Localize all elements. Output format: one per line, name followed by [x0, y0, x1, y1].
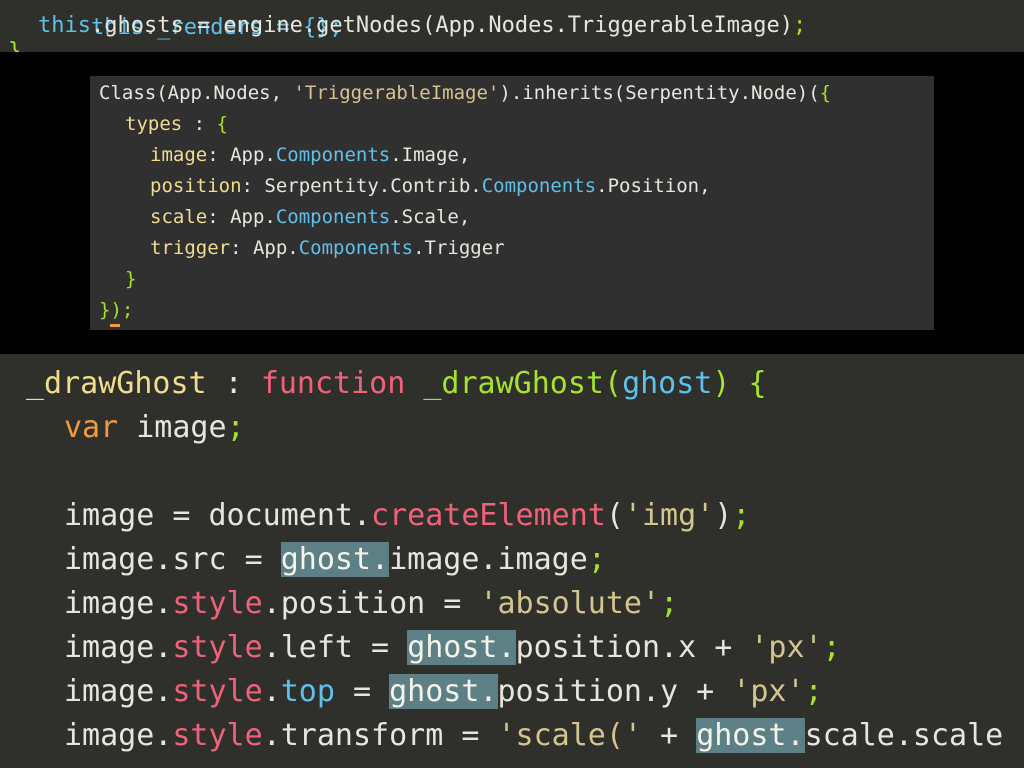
code-line: image.style.left = ghost.position.x + 'p… — [64, 626, 841, 670]
code-text: : — [206, 366, 261, 401]
code-line: image.style.transform = 'scale(' + ghost… — [64, 714, 1003, 758]
code-text: .Image, — [390, 144, 471, 166]
text-cursor — [110, 324, 120, 327]
code-text: ) — [714, 498, 733, 533]
code-line: image.style.top = ghost.position.y + 'px… — [64, 670, 823, 714]
code-line: Class(App.Nodes, 'TriggerableImage').inh… — [99, 78, 831, 109]
top-property: top — [280, 674, 335, 709]
code-line: this.ghosts = engine.getNodes(App.Nodes.… — [38, 12, 806, 40]
semicolon: ; — [732, 498, 751, 533]
code-text: . — [262, 674, 281, 709]
code-text: image = document. — [64, 498, 372, 533]
code-text: Components — [275, 206, 391, 228]
style-property: style — [172, 586, 263, 621]
var-keyword: var — [64, 410, 119, 445]
code-line: types : { — [125, 109, 228, 140]
code-line: } — [8, 39, 22, 52]
paren: ( — [604, 366, 623, 401]
string-literal: 'img' — [623, 498, 715, 533]
string-literal: 'px' — [750, 630, 823, 665]
code-text: image — [118, 410, 227, 445]
code-line: } — [125, 268, 137, 290]
search-highlight: ghost. — [389, 674, 498, 709]
code-text: position.x + — [515, 630, 751, 665]
property-key: scale — [150, 206, 208, 228]
brace: { — [216, 113, 228, 135]
code-text: + — [642, 718, 697, 753]
main-editor-pane[interactable]: _drawGhost : function _drawGhost(ghost) … — [0, 354, 1024, 768]
code-text: image.src = — [64, 542, 281, 577]
code-text: position.y + — [497, 674, 733, 709]
semicolon: ; — [822, 630, 841, 665]
code-text: = — [334, 674, 390, 709]
property-key: image — [150, 144, 208, 166]
search-highlight: ghost. — [280, 542, 390, 577]
code-text: image.image — [389, 542, 588, 577]
code-line: image = document.createElement('img'); — [64, 494, 750, 538]
code-text: Components — [481, 175, 597, 197]
code-text: .left = — [262, 630, 408, 665]
code-line: position: Serpentity.Contrib.Components.… — [150, 171, 711, 202]
search-highlight: ghost. — [407, 630, 516, 665]
semicolon: ; — [792, 13, 807, 38]
code-text: .Position, — [596, 175, 711, 197]
code-text: : App. — [230, 237, 299, 259]
code-text: image. — [64, 674, 173, 709]
style-property: style — [172, 674, 263, 709]
code-line: image.src = ghost.image.image; — [64, 538, 606, 582]
search-highlight: ghost. — [696, 718, 805, 753]
code-text: }) — [99, 299, 122, 321]
semicolon: ; — [660, 586, 679, 621]
style-property: style — [172, 630, 263, 665]
code-text: .transform = — [262, 718, 498, 753]
code-text: scale.scale — [804, 718, 1004, 753]
top-editor-pane[interactable]: this._renders = {}; this.ghosts = engine… — [0, 0, 1024, 52]
string-literal: 'px' — [732, 674, 805, 709]
parameter: ghost — [622, 366, 713, 401]
code-line: trigger: App.Components.Trigger — [150, 233, 505, 264]
property-key: _drawGhost — [26, 366, 207, 401]
code-text: Components — [275, 144, 391, 166]
this-keyword: this — [38, 13, 91, 38]
semicolon: ; — [804, 674, 823, 709]
semicolon: ; — [587, 542, 606, 577]
semicolon: ; — [226, 410, 245, 445]
string-literal: 'scale(' — [497, 718, 643, 753]
function-keyword: function — [260, 366, 406, 401]
code-text: image. — [64, 718, 173, 753]
paren: ) — [712, 366, 749, 401]
property-key: position — [150, 175, 242, 197]
method-name: createElement — [371, 498, 606, 533]
code-text: ( — [605, 498, 624, 533]
code-text: .Trigger — [413, 237, 505, 259]
property-key: trigger — [150, 237, 231, 259]
code-text: .Scale, — [390, 206, 471, 228]
code-text: : App. — [207, 144, 276, 166]
semicolon: ; — [121, 299, 134, 321]
code-line: var image; — [64, 406, 245, 450]
brace: { — [748, 366, 767, 401]
code-line: scale: App.Components.Scale, — [150, 202, 470, 233]
code-text: Class(App.Nodes, — [99, 82, 294, 104]
code-text: : Serpentity.Contrib. — [241, 175, 482, 197]
code-text: image. — [64, 586, 173, 621]
brace: { — [819, 82, 832, 104]
code-line: image.style.position = 'absolute'; — [64, 582, 678, 626]
code-line: _drawGhost : function _drawGhost(ghost) … — [26, 362, 767, 406]
code-text: : App. — [207, 206, 276, 228]
code-text: Components — [298, 237, 414, 259]
code-snippet-box[interactable]: Class(App.Nodes, 'TriggerableImage').inh… — [90, 76, 934, 330]
property-key: types — [125, 113, 183, 135]
style-property: style — [172, 718, 263, 753]
string-literal: 'TriggerableImage' — [293, 82, 500, 104]
function-name: _drawGhost — [405, 366, 604, 401]
code-text: .position = — [262, 586, 480, 621]
string-literal: 'absolute' — [479, 586, 661, 621]
code-line: image: App.Components.Image, — [150, 140, 470, 171]
code-text: .ghosts = engine.getNodes(App.Nodes.Trig… — [90, 13, 793, 38]
code-text: image. — [64, 630, 173, 665]
code-text: : — [182, 113, 217, 135]
code-text: ).inherits(Serpentity.Node)( — [499, 82, 820, 104]
code-line: }); — [99, 295, 133, 326]
